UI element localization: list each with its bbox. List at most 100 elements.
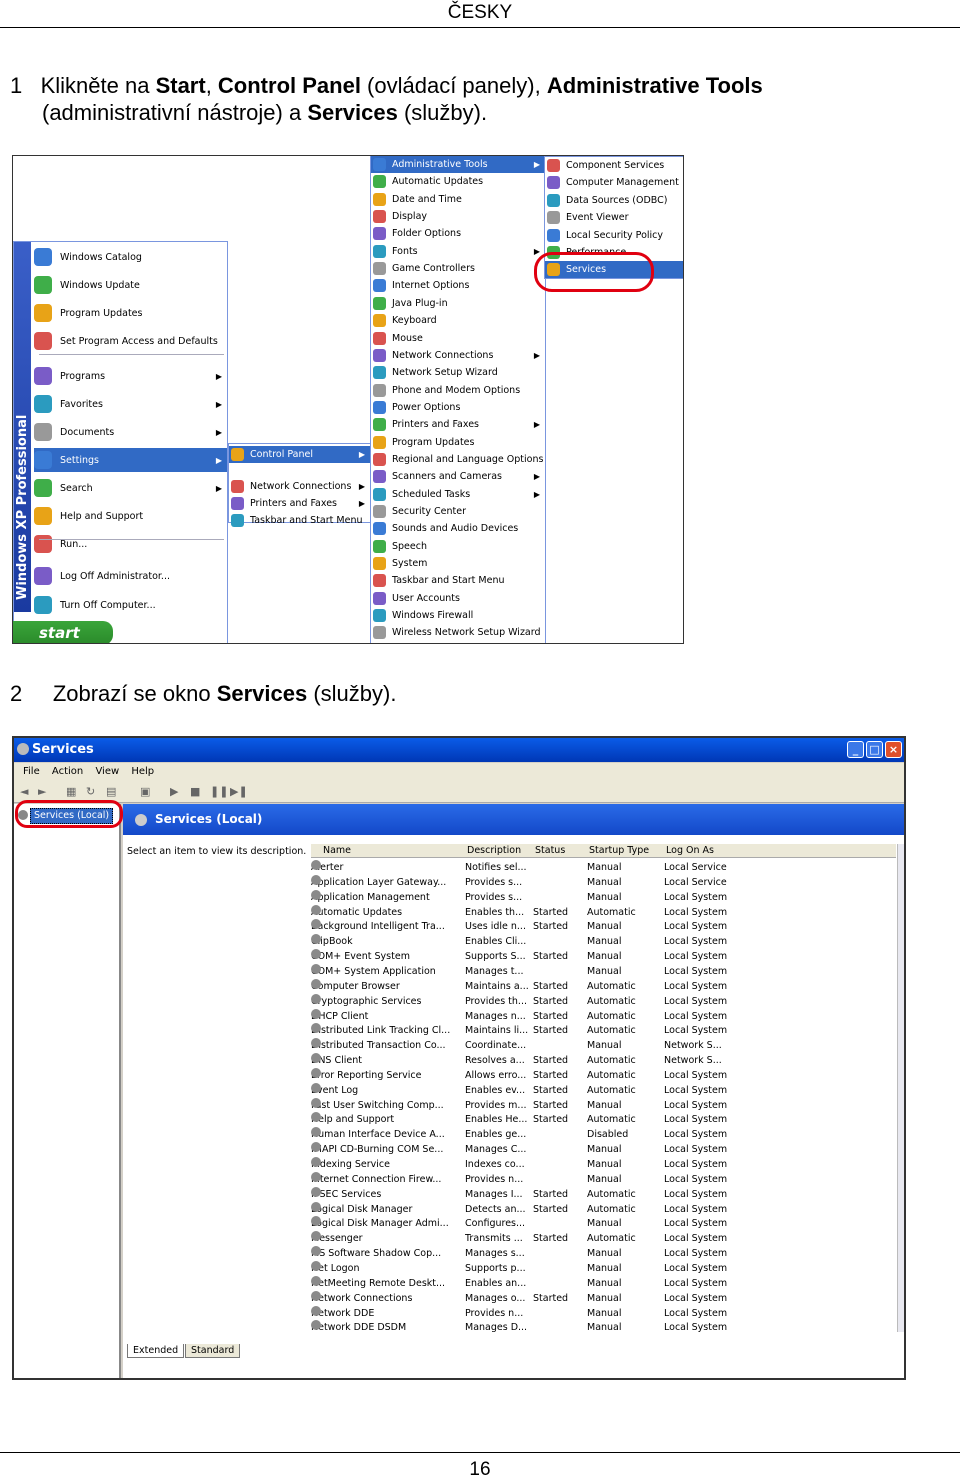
start-menu-item-turn-off-computer[interactable]: Turn Off Computer...	[34, 593, 227, 617]
table-row[interactable]: Alerter Notifies sel... Manual Local Servic…	[309, 860, 896, 875]
control-panel-item-java-plug-in[interactable]: Java Plug-in	[371, 295, 545, 312]
admin-tools-item-computer-management[interactable]: Computer Management	[545, 174, 683, 191]
start-menu-item-windows-update[interactable]: Windows Update	[34, 273, 227, 297]
control-panel-item-windows-firewall[interactable]: Windows Firewall	[371, 607, 545, 624]
table-row[interactable]: Help and Support Enables He... Started Auto…	[309, 1112, 896, 1127]
control-panel-item-security-center[interactable]: Security Center	[371, 503, 545, 520]
control-panel-item-phone-and-modem-options[interactable]: Phone and Modem Options	[371, 382, 545, 399]
table-row[interactable]: ClipBook Enables Cli... Manual Local System	[309, 934, 896, 949]
vertical-scrollbar[interactable]	[897, 844, 904, 1332]
table-row[interactable]: Cryptographic Services Provides th... Star…	[309, 993, 896, 1009]
export-icon[interactable]: ▤	[106, 785, 116, 798]
close-button[interactable]: ×	[885, 741, 902, 758]
table-row[interactable]: Network DDE Provides n... Manual Local Syst…	[309, 1305, 896, 1321]
control-panel-item-speech[interactable]: Speech	[371, 538, 545, 555]
start-menu-item-set-program-access-and-defaults[interactable]: Set Program Access and Defaults	[34, 329, 227, 353]
table-row[interactable]: Fast User Switching Comp... Provides m...…	[309, 1097, 896, 1113]
control-panel-item-scanners-and-cameras[interactable]: Scanners and Cameras ▶	[371, 468, 545, 485]
pause-icon[interactable]: ❚❚	[210, 785, 228, 798]
start-menu-item-search[interactable]: Search ▶	[34, 476, 227, 500]
start-menu-item-run[interactable]: Run...	[34, 532, 227, 556]
menu-help[interactable]: Help	[131, 766, 154, 777]
tab-standard[interactable]: Standard	[185, 1344, 241, 1358]
back-icon[interactable]: ◄	[20, 785, 28, 798]
table-row[interactable]: Event Log Enables ev... Started Automatic Lo…	[309, 1082, 896, 1098]
menu-action[interactable]: Action	[52, 766, 83, 777]
control-panel-item-network-setup-wizard[interactable]: Network Setup Wizard	[371, 364, 545, 381]
admin-tools-item-component-services[interactable]: Component Services	[545, 157, 683, 174]
console-tree-icon[interactable]: ▦	[66, 785, 76, 798]
settings-item-control-panel[interactable]: Control Panel ▶	[229, 446, 370, 463]
control-panel-item-taskbar-and-start-menu[interactable]: Taskbar and Start Menu	[371, 572, 545, 589]
table-row[interactable]: DNS Client Resolves a... Started Automatic N…	[309, 1053, 896, 1068]
admin-tools-item-event-viewer[interactable]: Event Viewer	[545, 209, 683, 226]
table-row[interactable]: MS Software Shadow Cop... Manages s... Man…	[309, 1246, 896, 1261]
table-row[interactable]: NetMeeting Remote Deskt... Enables an... M…	[309, 1275, 896, 1291]
table-row[interactable]: IMAPI CD-Burning COM Se... Manages C... Ma…	[309, 1142, 896, 1157]
control-panel-item-regional-and-language-options[interactable]: Regional and Language Options	[371, 451, 545, 468]
start-menu-item-program-updates[interactable]: Program Updates	[34, 301, 227, 325]
control-panel-item-sounds-and-audio-devices[interactable]: Sounds and Audio Devices	[371, 520, 545, 537]
table-row[interactable]: COM+ System Application Manages t... Manua…	[309, 963, 896, 979]
column-startup-type[interactable]: Startup Type	[589, 844, 649, 858]
table-row[interactable]: COM+ Event System Supports S... Started Man…	[309, 949, 896, 964]
tab-extended[interactable]: Extended	[127, 1344, 185, 1358]
table-row[interactable]: Network DDE DSDM Manages D... Manual Local …	[309, 1320, 896, 1335]
control-panel-item-user-accounts[interactable]: User Accounts	[371, 590, 545, 607]
table-row[interactable]: Background Intelligent Tra... Uses idle n…	[309, 919, 896, 934]
control-panel-item-game-controllers[interactable]: Game Controllers	[371, 260, 545, 277]
control-panel-item-wireless-network-setup-wizard[interactable]: Wireless Network Setup Wizard	[371, 624, 545, 641]
start-menu-item-windows-catalog[interactable]: Windows Catalog	[34, 245, 227, 269]
control-panel-item-printers-and-faxes[interactable]: Printers and Faxes ▶	[371, 416, 545, 433]
start-menu-item-favorites[interactable]: Favorites ▶	[34, 392, 227, 416]
admin-tools-item-local-security-policy[interactable]: Local Security Policy	[545, 227, 683, 244]
column-description[interactable]: Description	[467, 844, 521, 858]
menu-view[interactable]: View	[95, 766, 119, 777]
settings-item-network-connections[interactable]: Network Connections ▶	[229, 478, 370, 495]
table-row[interactable]: Logical Disk Manager Admi... Configures..…	[309, 1216, 896, 1231]
control-panel-item-system[interactable]: System	[371, 555, 545, 572]
table-row[interactable]: Network Connections Manages o... Started Ma…	[309, 1290, 896, 1306]
table-row[interactable]: DHCP Client Manages n... Started Automatic L…	[309, 1008, 896, 1024]
settings-item-taskbar-and-start-menu[interactable]: Taskbar and Start Menu	[229, 512, 370, 529]
control-panel-item-administrative-tools[interactable]: Administrative Tools ▶	[371, 156, 545, 173]
settings-item-printers-and-faxes[interactable]: Printers and Faxes ▶	[229, 495, 370, 512]
table-row[interactable]: Distributed Link Tracking Cl... Maintains…	[309, 1023, 896, 1038]
table-row[interactable]: Error Reporting Service Allows erro... Sta…	[309, 1067, 896, 1083]
table-row[interactable]: Application Layer Gateway... Provides s..…	[309, 874, 896, 890]
control-panel-item-mouse[interactable]: Mouse	[371, 330, 545, 347]
control-panel-item-internet-options[interactable]: Internet Options	[371, 277, 545, 294]
table-row[interactable]: Net Logon Supports p... Manual Local System	[309, 1260, 896, 1276]
stop-icon[interactable]: ■	[190, 785, 200, 798]
menu-file[interactable]: File	[23, 766, 40, 777]
restart-icon[interactable]: ▶❚	[230, 785, 248, 798]
admin-tools-item-data-sources-odbc[interactable]: Data Sources (ODBC)	[545, 192, 683, 209]
control-panel-item-automatic-updates[interactable]: Automatic Updates	[371, 173, 545, 190]
control-panel-item-scheduled-tasks[interactable]: Scheduled Tasks ▶	[371, 486, 545, 503]
table-row[interactable]: Application Management Provides s... Manua…	[309, 889, 896, 905]
table-row[interactable]: Distributed Transaction Co... Coordinate.…	[309, 1038, 896, 1053]
start-menu-item-programs[interactable]: Programs ▶	[34, 364, 227, 388]
column-status[interactable]: Status	[535, 844, 565, 858]
column-name[interactable]: Name	[323, 844, 351, 858]
forward-icon[interactable]: ►	[38, 785, 46, 798]
start-menu-item-settings[interactable]: Settings ▶	[34, 448, 227, 472]
column-log-on-as[interactable]: Log On As	[666, 844, 714, 858]
properties-icon[interactable]: ▣	[140, 785, 150, 798]
refresh-icon[interactable]: ↻	[86, 785, 95, 798]
table-row[interactable]: Human Interface Device A... Enables ge...…	[309, 1127, 896, 1142]
start-menu-item-help-and-support[interactable]: Help and Support	[34, 504, 227, 528]
control-panel-item-folder-options[interactable]: Folder Options	[371, 225, 545, 242]
table-row[interactable]: Computer Browser Maintains a... Started Aut…	[309, 978, 896, 994]
minimize-button[interactable]: _	[847, 741, 864, 758]
start-menu-item-log-off-administrator[interactable]: Log Off Administrator...	[34, 564, 227, 588]
control-panel-item-display[interactable]: Display	[371, 208, 545, 225]
table-row[interactable]: Messenger Transmits ... Started Automatic Lo…	[309, 1231, 896, 1246]
control-panel-item-program-updates[interactable]: Program Updates	[371, 434, 545, 451]
control-panel-item-power-options[interactable]: Power Options	[371, 399, 545, 416]
table-row[interactable]: Automatic Updates Enables th... Started Aut…	[309, 904, 896, 920]
table-row[interactable]: Logical Disk Manager Detects an... Started…	[309, 1201, 896, 1217]
start-menu-item-documents[interactable]: Documents ▶	[34, 420, 227, 444]
control-panel-item-keyboard[interactable]: Keyboard	[371, 312, 545, 329]
maximize-button[interactable]: □	[866, 741, 883, 758]
